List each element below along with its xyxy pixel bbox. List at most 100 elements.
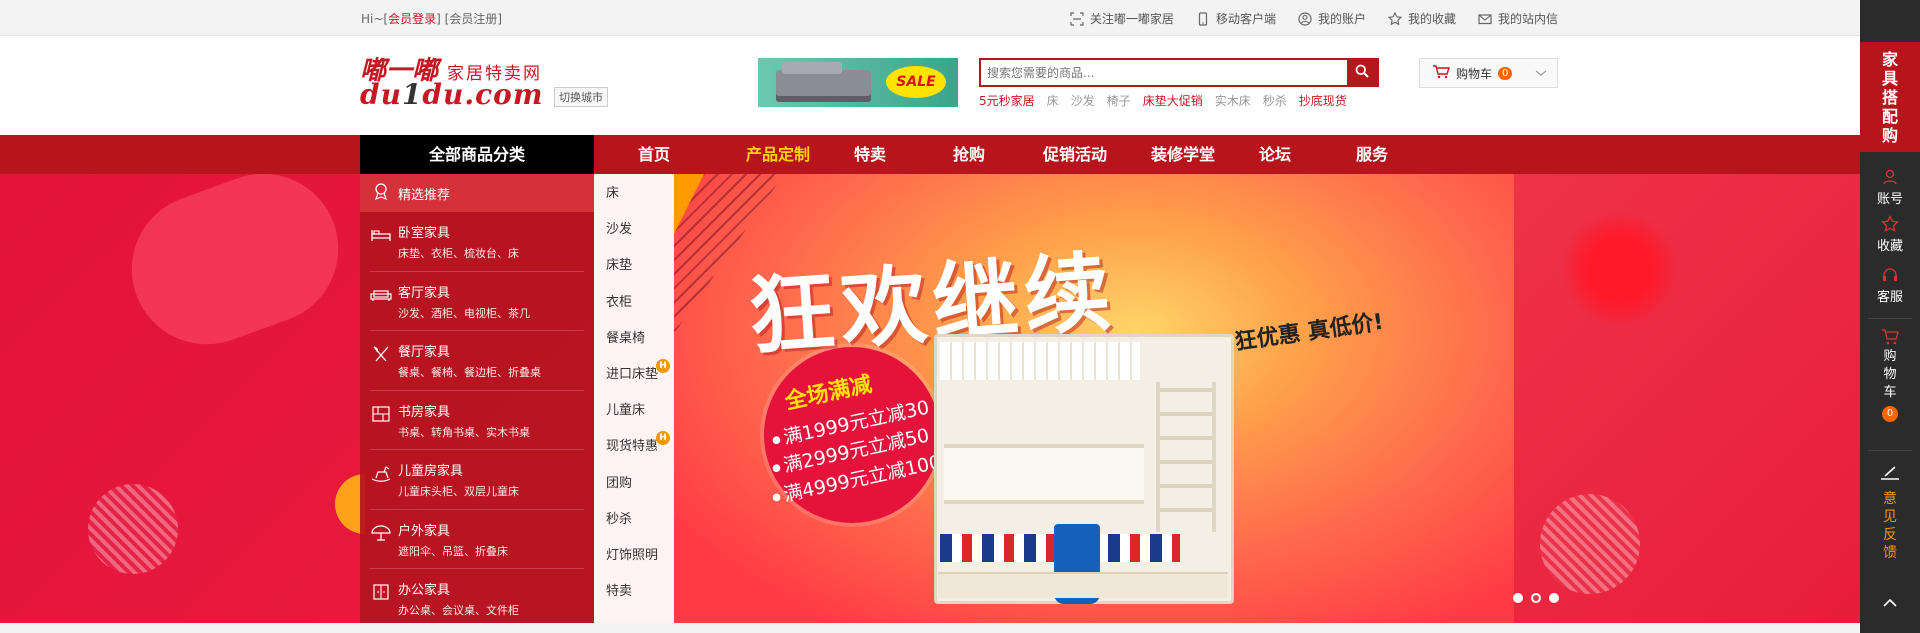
hero-slide[interactable]: 狂欢继续 狂优惠 真低价! 全场满减 满1999元立减30 满2999元立减50… <box>674 174 1514 623</box>
subcategory-item[interactable]: 秒杀 <box>594 502 674 538</box>
subcategory-item[interactable]: 现货特惠 H <box>594 429 674 465</box>
my-favorites-label: 我的收藏 <box>1407 12 1456 26</box>
category-item[interactable]: 客厅家具 沙发、酒柜、电视柜、茶几 <box>370 272 584 331</box>
nav-item[interactable]: 促销活动 <box>1043 135 1107 174</box>
all-categories-button[interactable]: 全部商品分类 <box>360 135 594 174</box>
sidebar-cart-button[interactable]: 购物车 0 <box>1860 328 1920 422</box>
chevron-up-icon <box>1880 598 1900 616</box>
rocking-horse-icon <box>370 464 392 482</box>
subcategory-item[interactable]: 餐桌椅 <box>594 321 674 357</box>
feedback-button[interactable]: 意见反馈 <box>1860 465 1920 562</box>
subcategory-item[interactable]: 儿童床 <box>594 393 674 429</box>
customer-service-label: 客服 <box>1876 290 1903 305</box>
qr-scan-icon <box>1070 11 1084 26</box>
subcategory-item[interactable]: 沙发 <box>594 212 674 248</box>
hot-word-link[interactable]: 实木床 <box>1215 92 1251 109</box>
customer-service-button[interactable]: 客服 <box>1860 266 1920 305</box>
hot-word-link[interactable]: 5元秒家居 <box>979 92 1035 109</box>
my-messages-label: 我的站内信 <box>1497 12 1558 26</box>
logo-en: du1du.com <box>360 78 544 111</box>
nav-item[interactable]: 产品定制 <box>746 135 810 174</box>
login-link[interactable]: 会员登录 <box>388 12 436 26</box>
category-item[interactable]: 餐厅家具 餐桌、餐椅、餐边柜、折叠桌 <box>370 331 584 391</box>
nav-item[interactable]: 服务 <box>1356 135 1388 174</box>
subcategory-item[interactable]: 床垫 <box>594 248 674 284</box>
cart-button[interactable]: 购物车 0 <box>1419 58 1558 88</box>
subcategory-label: 衣柜 <box>606 294 633 310</box>
category-item[interactable]: 户外家具遮阳伞、吊篮、折叠床 <box>370 510 584 569</box>
back-to-top-button[interactable] <box>1860 583 1920 623</box>
my-messages-link[interactable]: 我的站内信 <box>1478 10 1558 27</box>
hot-word-link[interactable]: 椅子 <box>1107 92 1131 109</box>
category-subitems: 遮阳伞、吊篮、折叠床 <box>398 544 508 558</box>
furniture-match-button[interactable]: 家具搭配购 <box>1860 42 1920 152</box>
promo-char: 家 <box>1881 50 1898 69</box>
feedback-char: 馈 <box>1883 545 1897 561</box>
star-icon <box>1387 11 1402 26</box>
cart-char: 车 <box>1883 385 1897 400</box>
city-switch-button[interactable]: 切换城市 <box>554 87 608 107</box>
hot-word-link[interactable]: 床 <box>1047 92 1059 109</box>
subcategory-item[interactable]: 团购 <box>594 466 674 502</box>
category-item[interactable]: 书房家具 书桌、转角书桌、实木书桌 <box>370 391 584 450</box>
cart-icon <box>1881 328 1899 346</box>
mobile-client-link[interactable]: 移动客户端 <box>1196 10 1276 27</box>
slide-dot[interactable] <box>1549 593 1559 603</box>
register-link[interactable]: 会员注册 <box>449 12 497 26</box>
subcategory-item[interactable]: 灯饰照明 <box>594 538 674 574</box>
phone-icon <box>1196 11 1210 26</box>
hero-slogan: 狂优惠 真低价! <box>1233 309 1386 356</box>
sofa-image <box>776 62 871 96</box>
subcategory-item[interactable]: 衣柜 <box>594 285 674 321</box>
category-item[interactable]: 卧室家具 床垫、衣柜、梳妆台、床 <box>370 212 584 272</box>
my-favorites-link[interactable]: 我的收藏 <box>1387 10 1456 27</box>
my-account-link[interactable]: 我的账户 <box>1298 10 1366 27</box>
cart-char: 物 <box>1883 367 1897 382</box>
nav-item[interactable]: 抢购 <box>953 135 985 174</box>
search-input[interactable] <box>981 60 1341 85</box>
sofa-icon <box>370 286 392 304</box>
divider <box>1868 450 1912 451</box>
nav-item[interactable]: 特卖 <box>854 135 886 174</box>
slide-dot[interactable] <box>1531 593 1541 603</box>
subcategory-label: 沙发 <box>606 222 633 238</box>
subcategory-label: 床垫 <box>606 258 633 274</box>
sidebar-cart-label: 购物车 <box>1860 348 1920 402</box>
header-ad-banner[interactable]: SALE <box>758 58 958 107</box>
category-item[interactable]: 办公家具办公桌、会议桌、文件柜 <box>370 569 584 629</box>
hero-banner[interactable]: 狂欢继续 狂优惠 真低价! 全场满减 满1999元立减30 满2999元立减50… <box>0 174 1860 623</box>
hot-word-link[interactable]: 抄底现货 <box>1299 92 1347 109</box>
nav-item[interactable]: 论坛 <box>1259 135 1291 174</box>
greeting-text: Hi~ <box>361 12 384 26</box>
featured-category[interactable]: 精选推荐 <box>360 174 594 212</box>
nav-item[interactable]: 装修学堂 <box>1151 135 1215 174</box>
favorites-button[interactable]: 收藏 <box>1860 214 1920 254</box>
my-account-label: 我的账户 <box>1317 12 1366 26</box>
hot-word-link[interactable]: 秒杀 <box>1263 92 1287 109</box>
category-subitems: 办公桌、会议桌、文件柜 <box>398 604 519 617</box>
subcategory-item[interactable]: 床 <box>594 176 674 212</box>
category-title: 户外家具 <box>398 523 451 539</box>
hot-word-link[interactable]: 床垫大促销 <box>1143 92 1203 109</box>
decor-blur <box>1560 214 1680 324</box>
divider <box>1868 318 1912 319</box>
top-links: 关注嘟一嘟家居 移动客户端 我的账户 我的收藏 我的站内信 <box>1070 10 1558 27</box>
feedback-char: 反 <box>1883 527 1897 543</box>
top-bar: Hi~[会员登录] [会员注册] 关注嘟一嘟家居 移动客户端 我的账户 我的收藏… <box>0 0 1860 36</box>
subcategory-item[interactable]: 特卖 <box>594 574 674 610</box>
account-button[interactable]: 账号 <box>1860 168 1920 207</box>
category-title: 卧室家具 <box>398 226 451 241</box>
category-item[interactable]: 儿童房家具 儿童床头柜、双层儿童床 <box>370 450 584 510</box>
cutlery-icon <box>370 345 392 363</box>
favorites-label: 收藏 <box>1876 239 1903 254</box>
decor-ball <box>1540 494 1640 594</box>
hot-badge: H <box>656 358 670 373</box>
follow-link[interactable]: 关注嘟一嘟家居 <box>1070 10 1174 27</box>
nav-item[interactable]: 首页 <box>638 135 670 174</box>
search-button[interactable] <box>1347 60 1377 85</box>
subcategory-item[interactable]: 进口床垫 H <box>594 357 674 393</box>
slide-dot[interactable] <box>1513 593 1523 603</box>
category-title: 办公家具 <box>398 583 451 598</box>
hot-word-link[interactable]: 沙发 <box>1071 92 1095 109</box>
promo-char: 具 <box>1881 69 1898 88</box>
